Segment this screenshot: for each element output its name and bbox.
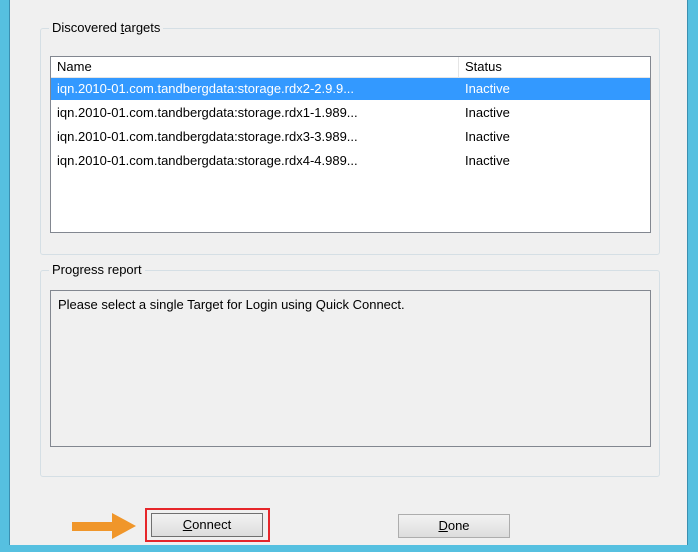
target-row[interactable]: iqn.2010-01.com.tandbergdata:storage.rdx… (51, 102, 650, 124)
column-header-name[interactable]: Name (51, 57, 459, 77)
discovered-targets-title: Discovered targets (49, 20, 164, 36)
window-frame-left (0, 0, 10, 552)
target-name: iqn.2010-01.com.tandbergdata:storage.rdx… (57, 153, 358, 168)
connect-button[interactable]: Connect (151, 513, 263, 537)
target-status: Inactive (465, 81, 510, 96)
target-row[interactable]: iqn.2010-01.com.tandbergdata:storage.rdx… (51, 78, 650, 100)
discovered-targets-group: Discovered targets Name Status iqn.2010-… (40, 20, 660, 255)
target-row[interactable]: iqn.2010-01.com.tandbergdata:storage.rdx… (51, 150, 650, 172)
progress-report-title: Progress report (49, 262, 145, 278)
quick-connect-dialog: Discovered targets Name Status iqn.2010-… (10, 0, 687, 545)
target-name: iqn.2010-01.com.tandbergdata:storage.rdx… (57, 105, 358, 120)
arrow-right-icon (72, 513, 136, 539)
target-row[interactable]: iqn.2010-01.com.tandbergdata:storage.rdx… (51, 126, 650, 148)
targets-list-header: Name Status (51, 57, 650, 78)
target-name: iqn.2010-01.com.tandbergdata:storage.rdx… (57, 81, 355, 96)
progress-report-box: Please select a single Target for Login … (50, 290, 651, 447)
done-button[interactable]: Done (398, 514, 510, 538)
target-status: Inactive (465, 153, 510, 168)
target-status: Inactive (465, 105, 510, 120)
window-frame-right (687, 0, 698, 552)
target-name: iqn.2010-01.com.tandbergdata:storage.rdx… (57, 129, 358, 144)
targets-list[interactable]: Name Status iqn.2010-01.com.tandbergdata… (50, 56, 651, 233)
progress-message: Please select a single Target for Login … (58, 297, 405, 312)
target-status: Inactive (465, 129, 510, 144)
progress-report-group: Progress report Please select a single T… (40, 262, 660, 477)
window-frame-bottom (0, 545, 698, 552)
column-header-status[interactable]: Status (459, 57, 650, 77)
